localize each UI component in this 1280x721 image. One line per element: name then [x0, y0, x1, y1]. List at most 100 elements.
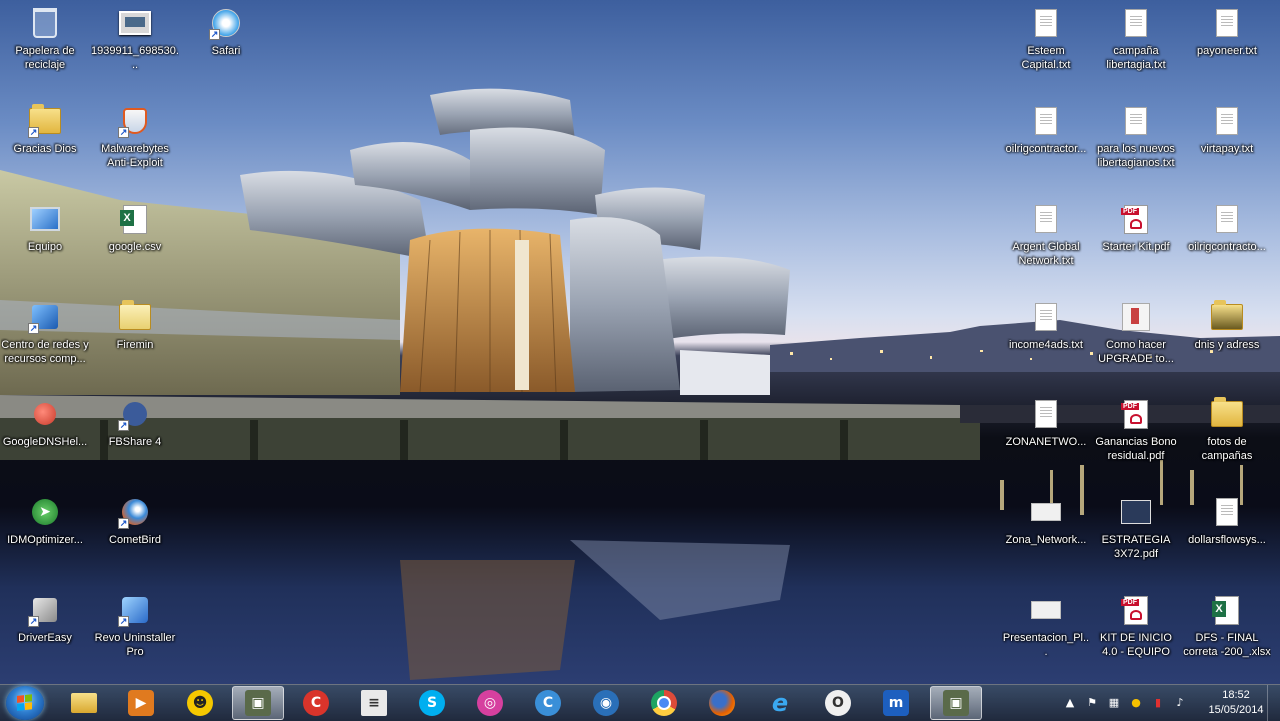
desktop-icon-fbshare[interactable]: ↗ FBShare 4 [90, 391, 180, 483]
desktop-icon-oilrig2[interactable]: oilrigcontracto... [1182, 196, 1272, 288]
c-browser-icon: C [535, 690, 561, 716]
folder-icon [1210, 300, 1244, 334]
desktop-icon-label: DriverEasy [18, 632, 72, 644]
desktop-icon-ganancias[interactable]: Ganancias Bono residual.pdf [1091, 391, 1181, 483]
taskbar-active-app[interactable]: ▣ [232, 686, 284, 720]
firefox-icon [709, 690, 735, 716]
desktop-icon-label: Presentacion_Pl... [1002, 632, 1090, 658]
antivirus-icon[interactable]: ● [1129, 696, 1143, 710]
globe-icon [28, 397, 62, 431]
text-file-icon [1029, 300, 1063, 334]
desktop-icon-fotos[interactable]: fotos de campañas [1182, 391, 1272, 483]
taskbar-chrome[interactable] [638, 686, 690, 720]
desktop-icon-googledns[interactable]: GoogleDNSHel... [0, 391, 90, 483]
taskbar-internet-explorer[interactable]: e [754, 686, 806, 720]
show-desktop-button[interactable] [1267, 685, 1280, 721]
taskbar-opera[interactable]: O [812, 686, 864, 720]
desktop-icon-virtapay[interactable]: virtapay.txt [1182, 98, 1272, 190]
volume-icon[interactable]: ♪ [1173, 696, 1187, 710]
taskbar-ccleaner[interactable]: C [290, 686, 342, 720]
desktop-icon-label: Safari [211, 45, 241, 57]
desktop-icon-googlecsv[interactable]: google.csv [90, 196, 180, 288]
desktop-icon-gracias[interactable]: ↗ Gracias Dios [0, 98, 90, 190]
image-file-icon [1029, 495, 1063, 529]
desktop-icon-starterkit[interactable]: Starter Kit.pdf [1091, 196, 1181, 288]
cyberghost-icon: ☻ [187, 690, 213, 716]
taskbar-maxthon[interactable]: m [870, 686, 922, 720]
malwarebytes-icon: ↗ [118, 104, 152, 138]
desktop-icon-idm[interactable]: ➤ IDMOptimizer... [0, 489, 90, 581]
desktop-icon-label: fotos de campañas [1201, 436, 1253, 462]
drivereasy-icon: ↗ [28, 593, 62, 627]
show-hidden-icons-arrow[interactable]: ▲ [1063, 696, 1077, 710]
desktop-icon-campana[interactable]: campaña libertagia.txt [1091, 0, 1181, 92]
desktop-icon-estrategia[interactable]: ESTRATEGIA 3X72.pdf [1091, 489, 1181, 581]
taskbar-swirl-app[interactable]: ◎ [464, 686, 516, 720]
desktop-icon-recycle[interactable]: Papelera de reciclaje [0, 0, 90, 92]
desktop-icon-safari[interactable]: ↗ Safari [181, 0, 271, 92]
desktop-icon-zonanetwork[interactable]: Zona_Network... [1001, 489, 1091, 581]
desktop-icon-presentacion[interactable]: Presentacion_Pl... [1001, 587, 1091, 679]
desktop-icon-cometbird[interactable]: ↗ CometBird [90, 489, 180, 581]
desktop-icon-label: ZONANETWO... [1005, 436, 1087, 448]
desktop-icon-dnis[interactable]: dnis y adress [1182, 294, 1272, 386]
desktop-icon-esteem[interactable]: Esteem Capital.txt [1001, 0, 1091, 92]
desktop-icon-label: Gracias Dios [13, 143, 77, 155]
taskbar-firefox[interactable] [696, 686, 748, 720]
desktop-icon-label: payoneer.txt [1197, 45, 1257, 57]
desktop-icon-drivereasy[interactable]: ↗ DriverEasy [0, 587, 90, 679]
pdf-file-icon [1119, 593, 1153, 627]
desktop-icon-label: 1939911_698530... [91, 45, 179, 71]
taskbar-cyberghost[interactable]: ☻ [174, 686, 226, 720]
desktop-icon-img[interactable]: 1939911_698530... [90, 0, 180, 92]
start-button[interactable] [6, 686, 44, 720]
document-icon [1119, 300, 1153, 334]
app-window-icon: ▣ [943, 690, 969, 716]
desktop-icon-equipo[interactable]: Equipo [0, 196, 90, 288]
taskbar-notepad[interactable]: ≡ [348, 686, 400, 720]
folder-icon [1210, 397, 1244, 431]
folder-icon [118, 300, 152, 334]
action-center-flag-icon[interactable]: ⚑ [1085, 696, 1099, 710]
clock[interactable]: 18:52 15/05/2014 [1206, 688, 1266, 718]
taskbar-file-explorer[interactable] [58, 686, 110, 720]
recycle-bin-icon [28, 6, 62, 40]
text-file-icon [1029, 202, 1063, 236]
desktop-icon-zonanetwo[interactable]: ZONANETWO... [1001, 391, 1091, 483]
windows-logo-icon [17, 694, 33, 712]
desktop-icon-firemin[interactable]: Firemin [90, 294, 180, 386]
desktop-icon-argent[interactable]: Argent Global Network.txt [1001, 196, 1091, 288]
taskbar-c-browser[interactable]: C [522, 686, 574, 720]
battery-icon[interactable]: ▮ [1151, 696, 1165, 710]
desktop-icon-income4ads[interactable]: income4ads.txt [1001, 294, 1091, 386]
text-file-icon [1210, 104, 1244, 138]
network-icon[interactable]: ▦ [1107, 696, 1121, 710]
desktop-icon-centro[interactable]: ↗ Centro de redes y recursos comp... [0, 294, 90, 386]
desktop-icon-paralos[interactable]: para los nuevos libertagianos.txt [1091, 98, 1181, 190]
desktop-icon-label: GoogleDNSHel... [2, 436, 88, 448]
taskbar-active-app-2[interactable]: ▣ [930, 686, 982, 720]
desktop-icon-label: dnis y adress [1194, 339, 1260, 351]
desktop-icon-oilrig1[interactable]: oilrigcontractor... [1001, 98, 1091, 190]
taskbar-skype[interactable]: S [406, 686, 458, 720]
taskbar-vpn-globe[interactable]: ◉ [580, 686, 632, 720]
desktop-icon-dfsfinal[interactable]: DFS - FINAL correta -200_.xlsx [1182, 587, 1272, 679]
text-file-icon [1210, 495, 1244, 529]
desktop-icon-payoneer[interactable]: payoneer.txt [1182, 0, 1272, 92]
desktop-icon-revo[interactable]: ↗ Revo Uninstaller Pro [90, 587, 180, 679]
taskbar-media-player[interactable]: ▶ [115, 686, 167, 720]
desktop-icon-kitinicio[interactable]: KIT DE INICIO 4.0 - EQUIPO GLO... [1091, 587, 1181, 679]
desktop-icon-malwarebytes[interactable]: ↗ Malwarebytes Anti-Exploit [90, 98, 180, 190]
computer-icon [28, 202, 62, 236]
system-tray: ▲ ⚑ ▦ ● ▮ ♪ 18:52 15/05/2014 [1055, 685, 1280, 721]
desktop-icon-label: dollarsflowsys... [1188, 534, 1266, 546]
desktop-icon-label: Firemin [116, 339, 154, 351]
opera-icon: O [825, 690, 851, 716]
desktop-icon-comohacer[interactable]: Como hacer UPGRADE to... [1091, 294, 1181, 386]
desktop-icon-label: KIT DE INICIO 4.0 - EQUIPO GLO... [1100, 632, 1172, 658]
text-file-icon [1029, 104, 1063, 138]
image-file-icon [118, 6, 152, 40]
desktop-icon-label: FBShare 4 [108, 436, 162, 448]
text-file-icon [1119, 104, 1153, 138]
desktop-icon-dollarsflow[interactable]: dollarsflowsys... [1182, 489, 1272, 581]
